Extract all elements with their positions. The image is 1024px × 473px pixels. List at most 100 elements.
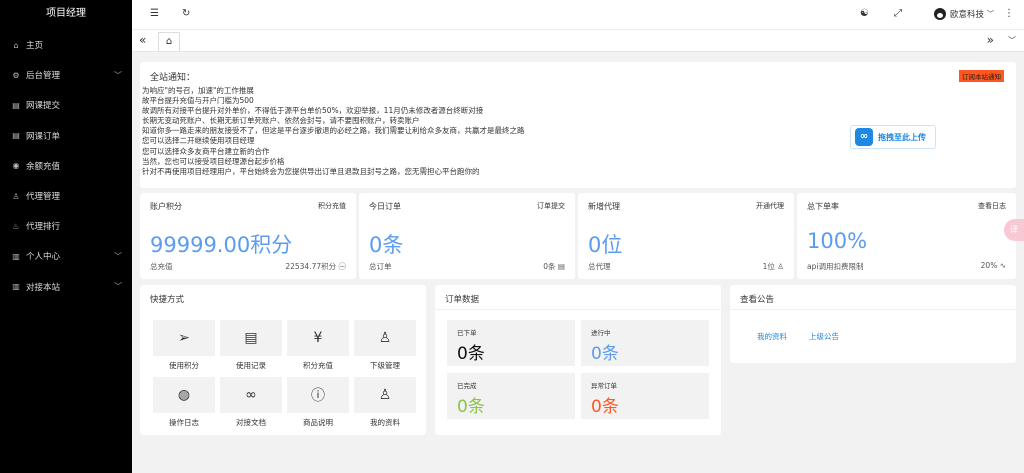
- parent-notice-link[interactable]: 上级公告: [809, 331, 839, 342]
- quick-recharge-button[interactable]: ¥: [287, 320, 349, 356]
- document-icon: ▤: [12, 100, 20, 110]
- quick-my-profile-button[interactable]: ♙: [354, 377, 416, 413]
- quick-subordinates-button[interactable]: ♙: [354, 320, 416, 356]
- stat-footer-label: 总订单: [369, 262, 392, 271]
- stat-footer-value: 22534.77积分 ㊀: [285, 262, 346, 271]
- upload-drop-zone[interactable]: ∞ 拖拽至此上传: [850, 125, 936, 149]
- menu-toggle-icon[interactable]: ☰: [150, 8, 159, 19]
- wallet-icon: ◉: [12, 161, 20, 171]
- user-icon: ♙: [12, 191, 20, 201]
- order-stat-label: 已完成: [457, 382, 477, 390]
- quick-api-docs-button[interactable]: ∞: [220, 377, 282, 413]
- top-bar: ☰ ↻ ☯ ⤢ 欧意科技 ﹀ ⋮: [132, 0, 1024, 30]
- tabs-right-arrow-icon[interactable]: »: [987, 33, 994, 47]
- subscribe-notice-button[interactable]: 订阅本站通知: [959, 70, 1004, 82]
- fullscreen-icon[interactable]: ⤢: [894, 8, 902, 19]
- gear-icon: ⚙: [12, 70, 20, 80]
- order-stat-placed[interactable]: 已下单 0条: [447, 320, 575, 366]
- divider: [435, 309, 721, 310]
- stat-footer-value: 1位 ♙: [762, 262, 784, 271]
- stat-link[interactable]: 订单提交: [537, 201, 565, 211]
- quick-operation-log-button[interactable]: ◍: [153, 377, 215, 413]
- quick-label: 下级管理: [370, 361, 400, 370]
- stat-link[interactable]: 查看日志: [978, 201, 1006, 211]
- more-icon[interactable]: ⋮: [1004, 8, 1014, 19]
- stat-value: 99999.00积分: [150, 233, 293, 257]
- tab-bar: « ⌂ » ﹀: [132, 30, 1024, 52]
- sidebar-item-label: 代理管理: [26, 192, 61, 203]
- stat-link[interactable]: 积分充值: [318, 201, 346, 211]
- site-notice-card: 全站通知： 订阅本站通知 为响应"的号召，加速"的工作推展 故平台提升充值与开户…: [140, 62, 1016, 188]
- chevron-down-icon: ﹀: [114, 70, 122, 80]
- sidebar-item-agent-manage[interactable]: ♙ 代理管理: [0, 181, 132, 211]
- notice-line: 当然，您也可以接受项目经理源台起步价格: [142, 156, 285, 166]
- translate-bubble-icon[interactable]: 译: [1004, 219, 1024, 241]
- sidebar-item-label: 个人中心: [26, 252, 61, 263]
- fire-icon: ♨: [12, 221, 20, 231]
- order-stat-value: 0条: [457, 344, 485, 364]
- divider: [730, 309, 1016, 310]
- section-title: 快捷方式: [150, 295, 185, 305]
- order-stat-completed[interactable]: 已完成 0条: [447, 373, 575, 419]
- order-stat-label: 异常订单: [591, 382, 617, 390]
- order-stat-value: 0条: [457, 397, 485, 417]
- tabs-dropdown-icon[interactable]: ﹀: [1008, 35, 1016, 46]
- tabs-left-arrow-icon[interactable]: «: [139, 33, 146, 47]
- order-stat-abnormal[interactable]: 异常订单 0条: [581, 373, 709, 419]
- document-icon: ▤: [244, 330, 258, 346]
- info-icon: ⓘ: [311, 388, 325, 404]
- stat-card-points: 账户积分 积分充值 99999.00积分 总充值 22534.77积分 ㊀: [140, 193, 356, 279]
- theme-icon[interactable]: ☯: [860, 8, 869, 19]
- sidebar-item-label: 对接本站: [26, 282, 61, 293]
- announcement-card: 查看公告 我的资料 上级公告: [730, 285, 1016, 363]
- user-name: 欧意科技: [949, 10, 984, 20]
- compass-icon: ◍: [177, 387, 191, 403]
- stat-card-new-agents: 新增代理 开通代理 0位 总代理 1位 ♙: [578, 193, 794, 279]
- order-stat-label: 已下单: [457, 329, 477, 337]
- notice-line: 您可以选择二开继续使用项目经理: [142, 136, 255, 146]
- chevron-down-icon: ﹀: [114, 282, 122, 292]
- quick-label: 积分充值: [303, 361, 333, 370]
- user-menu[interactable]: 欧意科技 ﹀: [933, 8, 994, 20]
- notice-line: 为响应"的号召，加速"的工作推展: [142, 86, 254, 95]
- stat-footer-label: 总代理: [588, 262, 611, 271]
- sidebar-item-home[interactable]: ⌂ 主页: [0, 30, 132, 60]
- quick-use-points-button[interactable]: ➢: [153, 320, 215, 356]
- notice-line: 故平台提升充值与开户门槛为500: [142, 96, 254, 106]
- quick-product-info-button[interactable]: ⓘ: [287, 377, 349, 413]
- tab-home[interactable]: ⌂: [158, 32, 180, 52]
- stat-title: 账户积分: [150, 202, 182, 211]
- order-data-card: 订单数据 已下单 0条 进行中 0条 已完成 0条 异常订单 0条: [435, 285, 721, 435]
- stat-footer-value: 20% ∿: [980, 261, 1006, 270]
- home-icon: ⌂: [13, 40, 19, 50]
- order-stat-label: 进行中: [591, 329, 611, 337]
- my-profile-link[interactable]: 我的资料: [757, 331, 787, 342]
- upload-label: 拖拽至此上传: [878, 132, 926, 142]
- notice-text: 为响应"的号召，加速"的工作推展 故平台提升充值与开户门槛为500 故调所有对接…: [142, 86, 525, 177]
- stat-title: 总下单率: [807, 202, 839, 211]
- app-title: 项目经理: [46, 8, 86, 19]
- sidebar-item-recharge[interactable]: ◉ 余额充值: [0, 151, 132, 181]
- sidebar-item-admin[interactable]: ⚙ 后台管理 ﹀: [0, 60, 132, 90]
- sidebar-item-docking[interactable]: ▥ 对接本站 ﹀: [0, 272, 132, 302]
- sidebar-item-label: 网课订单: [26, 131, 61, 142]
- stat-link[interactable]: 开通代理: [756, 201, 784, 211]
- yen-icon: ¥: [313, 330, 323, 346]
- sidebar-item-profile[interactable]: ▥ 个人中心 ﹀: [0, 241, 132, 271]
- sidebar-item-agent-rank[interactable]: ♨ 代理排行: [0, 211, 132, 241]
- sidebar-item-course-orders[interactable]: ▤ 网课订单: [0, 121, 132, 151]
- quick-label: 操作日志: [169, 418, 199, 427]
- user-icon: ♙: [378, 330, 392, 346]
- sidebar-item-label: 后台管理: [26, 71, 61, 82]
- stat-value: 0条: [369, 233, 404, 257]
- stat-footer-label: api调用扣费限制: [807, 262, 864, 271]
- sidebar-menu: ⌂ 主页 ⚙ 后台管理 ﹀ ▤ 网课提交 ▤ 网课订单 ◉ 余额充值 ♙ 代理管理 ♨ 代理排行…: [0, 30, 132, 302]
- stat-value: 0位: [588, 233, 623, 257]
- sidebar-item-course-submit[interactable]: ▤ 网课提交: [0, 90, 132, 120]
- quick-usage-records-button[interactable]: ▤: [220, 320, 282, 356]
- refresh-icon[interactable]: ↻: [182, 8, 190, 19]
- document-icon: ▤: [12, 131, 20, 141]
- order-stat-in-progress[interactable]: 进行中 0条: [581, 320, 709, 366]
- notice-line: 针对不再使用项目经理用户，平台始终会为您提供导出订单且退款且封号之路，您无需担心…: [142, 166, 480, 176]
- quick-label: 我的资料: [370, 418, 400, 427]
